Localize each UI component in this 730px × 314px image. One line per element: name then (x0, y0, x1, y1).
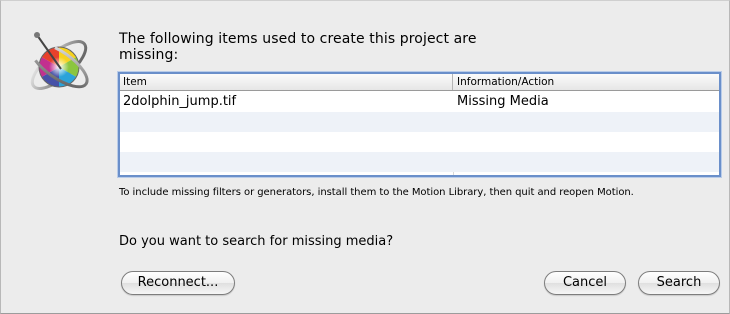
dialog-message: The following items used to create this … (119, 31, 477, 63)
cancel-button[interactable]: Cancel (544, 271, 626, 295)
search-question: Do you want to search for missing media? (119, 234, 394, 249)
table-row[interactable] (120, 152, 719, 172)
table-body: 2dolphin_jump.tif Missing Media (120, 92, 719, 175)
motion-app-icon (21, 25, 97, 101)
search-button[interactable]: Search (638, 271, 720, 295)
install-note: To include missing filters or generators… (119, 187, 634, 198)
missing-items-dialog: The following items used to create this … (0, 0, 730, 314)
table-row[interactable] (120, 112, 719, 132)
column-header-item[interactable]: Item (120, 74, 453, 90)
cell-item: 2dolphin_jump.tif (123, 94, 237, 109)
table-row[interactable]: 2dolphin_jump.tif Missing Media (120, 92, 719, 112)
table-header: Item Information/Action (120, 74, 719, 91)
reconnect-button[interactable]: Reconnect... (121, 271, 235, 295)
table-row[interactable] (120, 132, 719, 152)
column-header-information-action[interactable]: Information/Action (454, 74, 719, 90)
cell-information: Missing Media (457, 94, 549, 109)
missing-items-table[interactable]: Item Information/Action 2dolphin_jump.ti… (118, 72, 721, 177)
